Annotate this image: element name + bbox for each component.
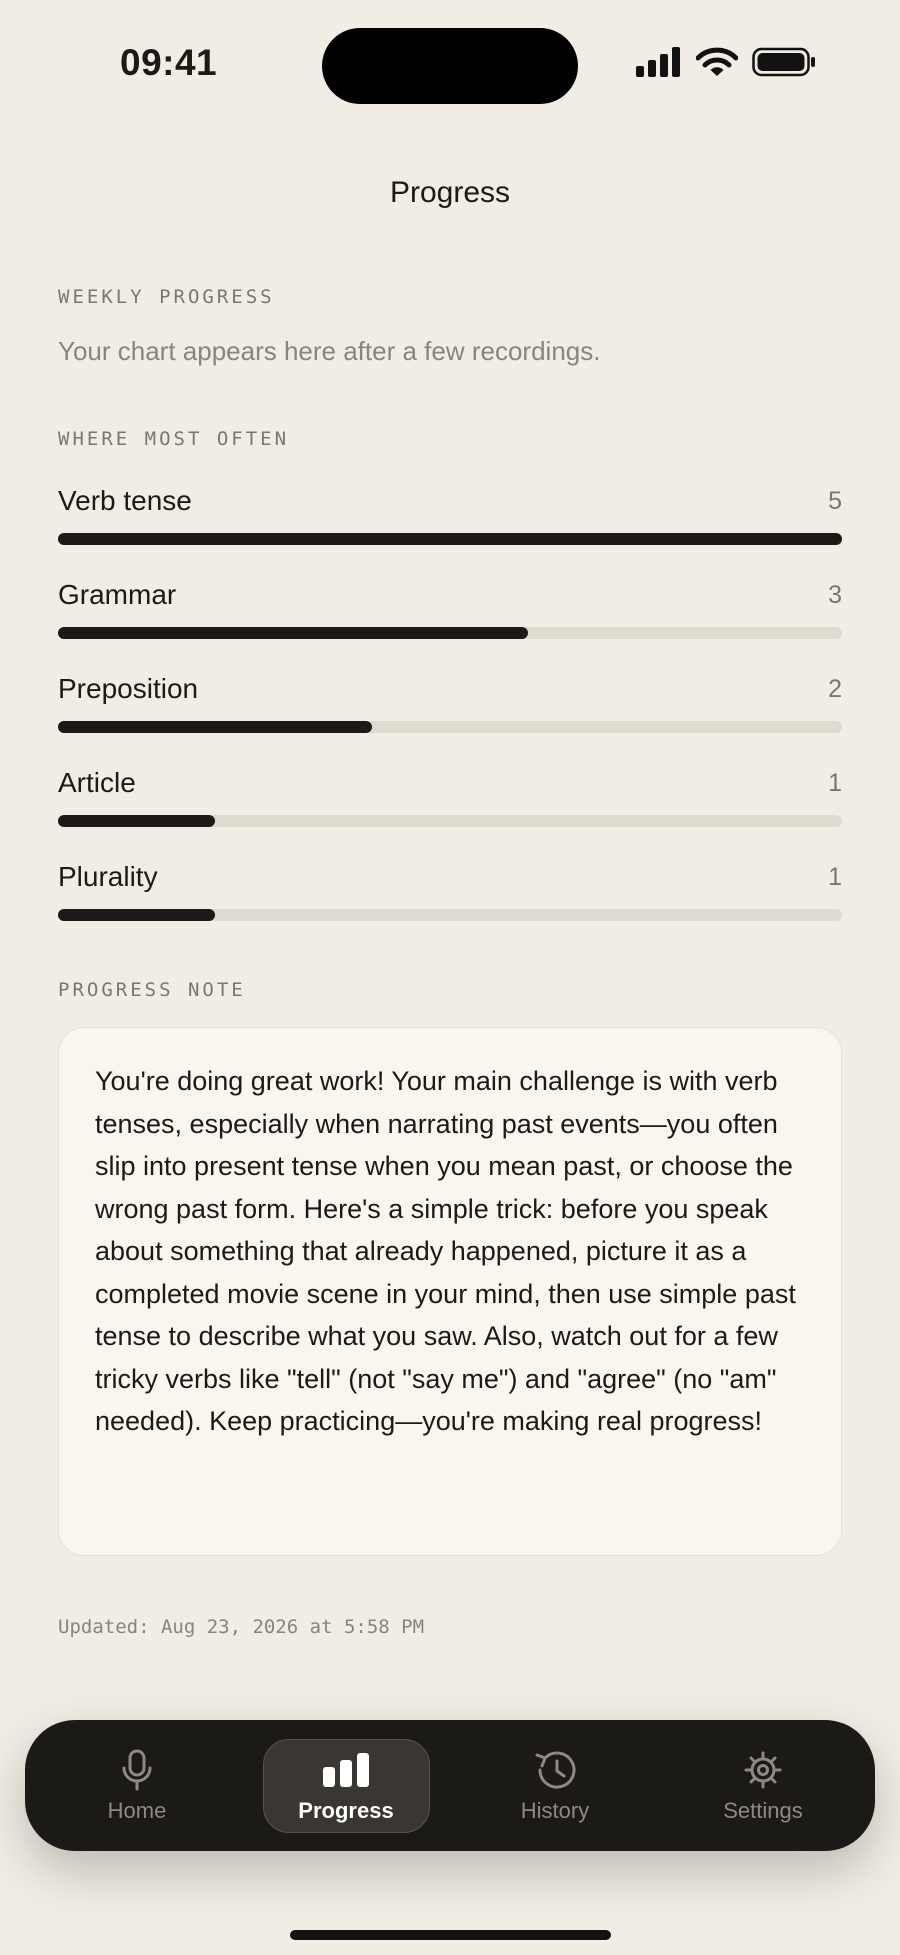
category-label: Grammar: [58, 579, 177, 610]
tab-history[interactable]: History: [455, 1720, 655, 1851]
category-count: 1: [828, 769, 842, 797]
tab-progress-label: Progress: [298, 1797, 394, 1823]
category-row: Preposition 2: [58, 673, 842, 743]
microphone-icon: [120, 1748, 154, 1792]
category-bar-fill: [58, 533, 842, 545]
category-bar-fill: [58, 909, 215, 921]
history-icon: [533, 1748, 577, 1792]
bar-chart-icon: [322, 1748, 370, 1792]
tab-settings[interactable]: Settings: [663, 1720, 863, 1851]
category-bar-track: [58, 627, 842, 639]
category-row: Plurality 1: [58, 861, 842, 931]
category-label: Article: [58, 767, 136, 798]
category-bar-track: [58, 533, 842, 545]
category-label: Verb tense: [58, 485, 192, 516]
dynamic-island: [322, 28, 578, 104]
tab-bar: Home Progress History Settings: [25, 1720, 875, 1851]
tab-progress[interactable]: Progress: [246, 1720, 446, 1851]
weekly-progress-label: WEEKLY PROGRESS: [58, 286, 275, 308]
category-count: 2: [828, 675, 842, 703]
tab-home[interactable]: Home: [37, 1720, 237, 1851]
category-bar-track: [58, 721, 842, 733]
progress-note-label: PROGRESS NOTE: [58, 979, 246, 1001]
category-bar-track: [58, 909, 842, 921]
updated-timestamp: Updated: Aug 23, 2026 at 5:58 PM: [58, 1616, 425, 1638]
category-count: 3: [828, 581, 842, 609]
gear-icon: [743, 1748, 783, 1792]
page-title: Progress: [389, 176, 511, 209]
category-row: Grammar 3: [58, 579, 842, 649]
status-icons: [636, 47, 816, 77]
category-label: Plurality: [58, 861, 158, 892]
progress-note-card: You're doing great work! Your main chall…: [58, 1027, 842, 1556]
battery-icon: [752, 47, 815, 77]
category-count: 5: [828, 487, 842, 515]
category-count: 1: [828, 863, 842, 891]
category-row: Article 1: [58, 767, 842, 837]
cellular-signal-icon: [636, 47, 680, 77]
chart-empty-message: Your chart appears here after a few reco…: [58, 336, 601, 366]
category-row: Verb tense 5: [58, 485, 842, 555]
home-indicator: [290, 1930, 611, 1940]
progress-note-text: You're doing great work! Your main chall…: [95, 1066, 796, 1436]
category-bar-fill: [58, 721, 372, 733]
where-most-often-label: WHERE MOST OFTEN: [58, 428, 290, 450]
status-time: 09:41: [120, 42, 218, 83]
category-label: Preposition: [58, 673, 199, 704]
status-bar: 09:41: [0, 0, 900, 130]
tab-settings-label: Settings: [723, 1797, 803, 1823]
category-bar-track: [58, 815, 842, 827]
category-bar-fill: [58, 815, 215, 827]
tab-history-label: History: [520, 1797, 590, 1823]
wifi-icon: [696, 47, 738, 76]
category-bar-fill: [58, 627, 529, 639]
tab-home-label: Home: [107, 1797, 167, 1823]
